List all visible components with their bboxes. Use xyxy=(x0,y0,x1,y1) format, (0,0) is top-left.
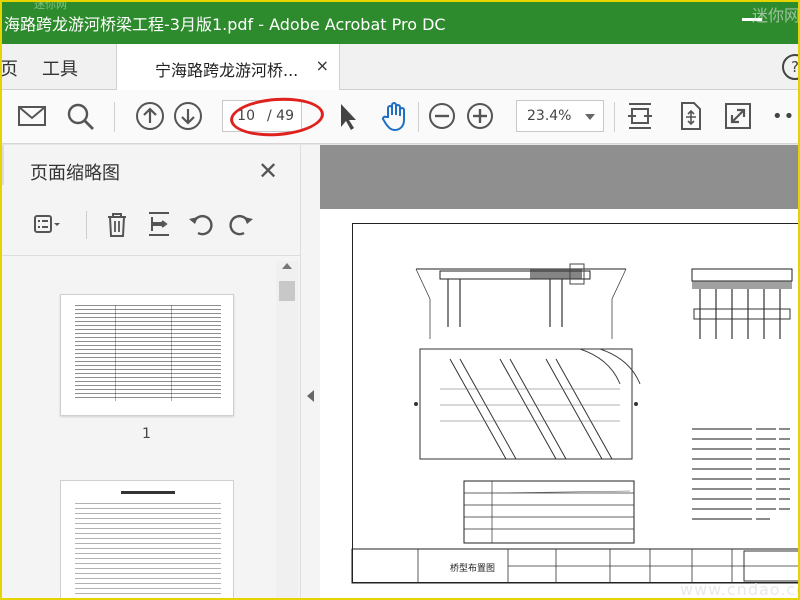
document-viewer[interactable]: 桥型布置图 xyxy=(320,145,800,600)
panel-collapse-handle[interactable] xyxy=(300,145,320,600)
close-icon[interactable]: × xyxy=(316,56,329,75)
panel-marker xyxy=(0,145,4,185)
thumbnail-list: 1 xyxy=(0,255,300,600)
pdf-page: 桥型布置图 xyxy=(320,209,800,600)
more-icon[interactable]: ••• xyxy=(772,106,800,138)
tab-document[interactable]: 宁海路跨龙游河桥... × xyxy=(116,44,340,90)
watermark-top-right: 迷你网 xyxy=(752,6,800,25)
tab-home[interactable]: 页 xyxy=(0,55,18,81)
toolbar-divider xyxy=(86,211,87,239)
tab-bar: 页 工具 宁海路跨龙游河桥... × ? xyxy=(0,44,800,90)
bridge-drawing xyxy=(351,263,800,584)
options-icon[interactable] xyxy=(32,209,62,239)
thumbnail-content xyxy=(75,503,221,598)
zoom-in-icon[interactable] xyxy=(464,100,496,132)
scroll-mode-icon[interactable] xyxy=(674,100,706,132)
search-icon[interactable] xyxy=(64,100,96,132)
watermark: www.cndao.com xyxy=(680,580,800,599)
toolbar-divider xyxy=(418,102,419,132)
page-thumbnail[interactable] xyxy=(60,480,234,600)
help-icon[interactable]: ? xyxy=(782,54,800,80)
window-title: 海路跨龙游河桥梁工程-3月版1.pdf - Adobe Acrobat Pro … xyxy=(4,15,446,34)
cursor-icon[interactable] xyxy=(332,100,364,132)
arrow-up-icon[interactable] xyxy=(134,100,166,132)
mail-icon[interactable] xyxy=(16,100,48,132)
rotate-right-icon[interactable] xyxy=(226,209,256,239)
toolbar-divider xyxy=(614,102,615,132)
chevron-left-icon xyxy=(307,390,314,402)
tab-tools[interactable]: 工具 xyxy=(42,55,78,81)
drawing-title: 桥型布置图 xyxy=(450,564,496,574)
toolbar-divider xyxy=(114,102,115,132)
arrow-down-icon[interactable] xyxy=(172,100,204,132)
fullscreen-icon[interactable] xyxy=(722,100,754,132)
panel-title: 页面缩略图 xyxy=(30,163,120,184)
rotate-left-icon[interactable] xyxy=(186,209,216,239)
scrollbar-thumb[interactable] xyxy=(279,281,295,301)
thumbnail-page-number: 1 xyxy=(142,426,151,442)
thumbnail-content xyxy=(121,491,175,494)
zoom-out-icon[interactable] xyxy=(426,100,458,132)
thumbnail-scrollbar[interactable] xyxy=(276,261,298,600)
zoom-select[interactable]: 23.4% xyxy=(516,100,604,132)
thumbnail-content xyxy=(75,305,221,401)
fit-page-icon[interactable] xyxy=(624,100,656,132)
hand-icon[interactable] xyxy=(378,100,410,132)
zoom-value: 23.4% xyxy=(527,108,572,124)
scroll-up-icon[interactable] xyxy=(282,263,292,269)
page-thumbnail[interactable] xyxy=(60,294,234,416)
insert-page-icon[interactable] xyxy=(144,209,174,239)
delete-icon[interactable] xyxy=(102,209,132,239)
thumbnail-toolbar xyxy=(0,205,300,249)
thumbnails-panel: 页面缩略图 ✕ 1 xyxy=(0,145,300,600)
close-icon[interactable]: ✕ xyxy=(258,157,278,185)
tab-document-label: 宁海路跨龙游河桥... xyxy=(155,61,299,80)
title-bar: 迷你网 海路跨龙游河桥梁工程-3月版1.pdf - Adobe Acrobat … xyxy=(0,0,800,44)
toolbar: ••• xyxy=(0,90,800,144)
chevron-down-icon xyxy=(585,114,595,120)
